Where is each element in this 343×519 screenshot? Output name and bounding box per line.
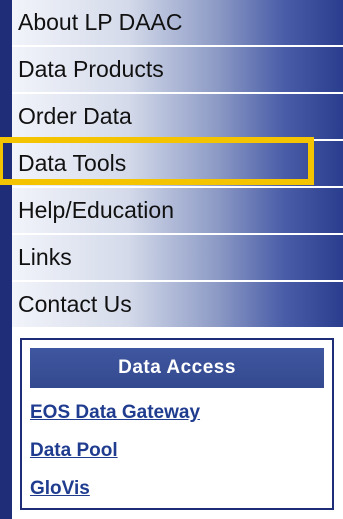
nav-item-links[interactable]: Links xyxy=(12,235,343,280)
nav-item-about[interactable]: About LP DAAC xyxy=(12,0,343,45)
data-access-title: Data Access xyxy=(30,348,324,388)
data-access-links: EOS Data Gateway Data Pool GloVis xyxy=(22,388,332,508)
link-data-pool[interactable]: Data Pool xyxy=(30,432,332,470)
nav-item-data-tools[interactable]: Data Tools xyxy=(12,141,343,186)
nav-item-contact-us[interactable]: Contact Us xyxy=(12,282,343,327)
nav-item-help-education[interactable]: Help/Education xyxy=(12,188,343,233)
link-glovis[interactable]: GloVis xyxy=(30,470,332,508)
link-eos-data-gateway[interactable]: EOS Data Gateway xyxy=(30,394,332,432)
nav-item-data-products[interactable]: Data Products xyxy=(12,47,343,92)
nav-item-order-data[interactable]: Order Data xyxy=(12,94,343,139)
sidebar-nav: About LP DAAC Data Products Order Data D… xyxy=(12,0,343,329)
left-border xyxy=(0,0,12,519)
data-access-panel: Data Access EOS Data Gateway Data Pool G… xyxy=(20,338,334,510)
